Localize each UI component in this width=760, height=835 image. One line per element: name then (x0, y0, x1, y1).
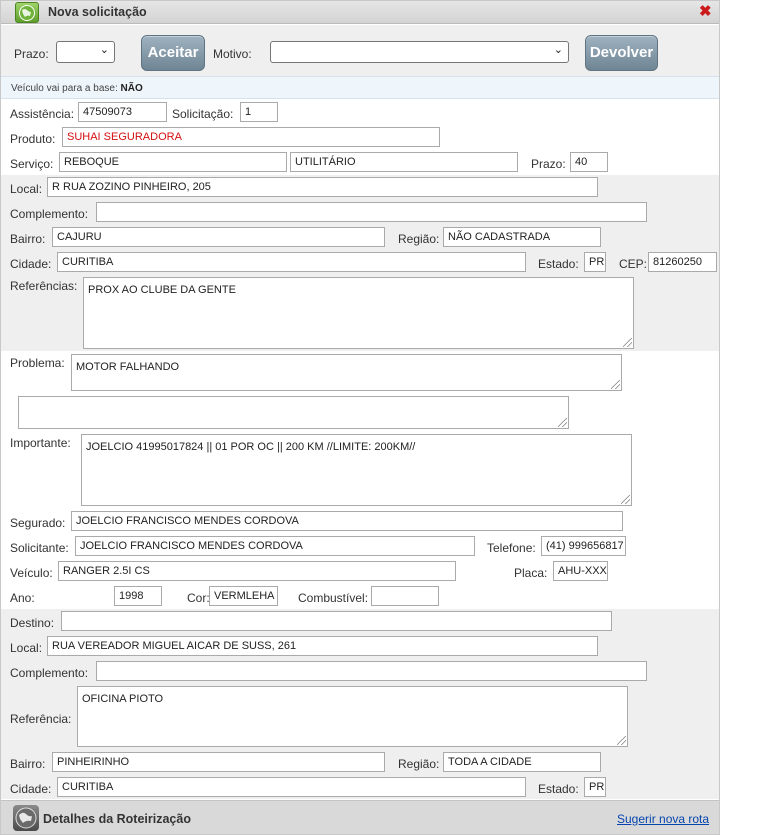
resize-grip-icon[interactable] (617, 736, 626, 745)
prazo-label: Prazo: (14, 47, 49, 61)
destino-label: Destino: (10, 616, 55, 630)
cor-field[interactable]: VERMLEHA (209, 586, 278, 606)
regiao-field[interactable]: NÃO CADASTRADA (443, 227, 601, 247)
veiculo-field[interactable]: RANGER 2.5I CS (58, 561, 456, 581)
problema-extra-textarea[interactable] (18, 396, 569, 429)
bairro-field[interactable]: CAJURU (52, 227, 385, 247)
solicitante-label: Solicitante: (10, 541, 69, 555)
destino-cidade-label: Cidade: (10, 782, 52, 796)
estado-label: Estado: (538, 257, 579, 271)
solicitacao-field[interactable]: 1 (240, 102, 278, 122)
destino-complemento-field[interactable] (96, 661, 647, 681)
routing-title: Detalhes da Roteirização (43, 812, 191, 826)
bairro-label: Bairro: (10, 232, 46, 246)
produto-label: Produto: (10, 132, 56, 146)
combustivel-field[interactable] (371, 586, 439, 606)
base-notice-value: NÃO (120, 83, 143, 94)
destino-regiao-field[interactable]: TODA A CIDADE (443, 752, 601, 772)
base-notice: Veículo vai para a base: NÃO (1, 76, 719, 99)
solicitacao-label: Solicitação: (172, 107, 234, 121)
resize-grip-icon[interactable] (623, 338, 632, 347)
chevron-down-icon: ⌄ (99, 44, 109, 56)
importante-text: JOELCIO 41995017824 || 01 POR OC || 200 … (86, 441, 416, 453)
action-toolbar: Prazo: ⌄ Aceitar Motivo: ⌄ Devolver (1, 25, 719, 76)
importante-label: Importante: (10, 436, 71, 450)
complemento-field[interactable] (96, 202, 647, 222)
segurado-label: Segurado: (10, 516, 66, 530)
destino-bairro-label: Bairro: (10, 757, 46, 771)
cep-label: CEP: (619, 257, 648, 271)
complemento-label: Complemento: (10, 207, 89, 221)
regiao-label: Região: (398, 232, 440, 246)
assistencia-field[interactable]: 47509073 (78, 102, 167, 122)
telefone-label: Telefone: (487, 541, 536, 555)
destino-referencia-text: OFICINA PIOTO (82, 693, 164, 705)
solicitante-field[interactable]: JOELCIO FRANCISCO MENDES CORDOVA (75, 536, 475, 556)
destino-local-field[interactable]: RUA VEREADOR MIGUEL AICAR DE SUSS, 261 (47, 636, 598, 656)
local-field[interactable]: R RUA ZOZINO PINHEIRO, 205 (47, 177, 598, 197)
servico-field[interactable]: REBOQUE (59, 152, 287, 172)
cidade-field[interactable]: CURITIBA (57, 252, 526, 272)
destino-estado-field[interactable]: PR (584, 777, 606, 797)
title-bar: Nova solicitação ✖ (1, 1, 719, 24)
servico-prazo-label: Prazo: (531, 157, 566, 171)
devolver-button[interactable]: Devolver (585, 35, 658, 71)
globe-icon (13, 805, 39, 831)
close-icon[interactable]: ✖ (699, 2, 712, 20)
cep-field[interactable]: 81260250 (648, 252, 717, 272)
destino-local-label: Local: (10, 641, 43, 655)
referencias-text: PROX AO CLUBE DA GENTE (88, 284, 236, 296)
referencias-textarea[interactable]: PROX AO CLUBE DA GENTE (83, 277, 634, 349)
estado-field[interactable]: PR (584, 252, 606, 272)
dialog-window: Nova solicitação ✖ Prazo: ⌄ Aceitar Moti… (0, 0, 720, 835)
motivo-label: Motivo: (213, 47, 252, 61)
destino-referencia-label: Referência: (10, 712, 72, 726)
destino-field[interactable] (61, 611, 612, 631)
referencias-label: Referências: (10, 279, 78, 293)
servico-label: Serviço: (10, 157, 54, 171)
ano-label: Ano: (10, 591, 35, 605)
servico-tipo-field[interactable]: UTILITÁRIO (290, 152, 518, 172)
destino-cidade-field[interactable]: CURITIBA (57, 777, 526, 797)
servico-prazo-field[interactable]: 40 (570, 152, 608, 172)
suggest-route-link[interactable]: Sugerir nova rota (617, 812, 709, 826)
veiculo-label: Veículo: (10, 566, 53, 580)
problema-label: Problema: (10, 356, 65, 370)
assistencia-label: Assistência: (10, 107, 75, 121)
placa-field[interactable]: AHU-XXXX (553, 561, 608, 581)
window-title: Nova solicitação (48, 5, 147, 19)
placa-label: Placa: (514, 566, 548, 580)
resize-grip-icon[interactable] (558, 418, 567, 427)
segurado-field[interactable]: JOELCIO FRANCISCO MENDES CORDOVA (71, 511, 623, 531)
destino-referencia-textarea[interactable]: OFICINA PIOTO (77, 686, 628, 747)
resize-grip-icon[interactable] (621, 495, 630, 504)
problema-text: MOTOR FALHANDO (76, 361, 180, 373)
telefone-field[interactable]: (41) 999656817 (541, 536, 626, 556)
base-notice-text: Veículo vai para a base: (11, 83, 118, 94)
destino-complemento-label: Complemento: (10, 666, 89, 680)
destino-regiao-label: Região: (398, 757, 440, 771)
importante-textarea[interactable]: JOELCIO 41995017824 || 01 POR OC || 200 … (81, 434, 632, 506)
destino-estado-label: Estado: (538, 782, 579, 796)
combustivel-label: Combustível: (298, 591, 369, 605)
prazo-select[interactable]: ⌄ (56, 41, 115, 63)
local-label: Local: (10, 182, 43, 196)
motivo-select[interactable]: ⌄ (270, 41, 569, 63)
routing-footer: Detalhes da Roteirização Sugerir nova ro… (1, 800, 719, 834)
ano-field[interactable]: 1998 (114, 586, 162, 606)
resize-grip-icon[interactable] (611, 380, 620, 389)
destino-bairro-field[interactable]: PINHEIRINHO (52, 752, 385, 772)
chevron-down-icon: ⌄ (553, 44, 563, 56)
cidade-label: Cidade: (10, 257, 52, 271)
produto-field[interactable]: SUHAI SEGURADORA (62, 127, 440, 147)
globe-app-icon (15, 2, 39, 23)
aceitar-button[interactable]: Aceitar (141, 35, 205, 71)
cor-label: Cor: (187, 591, 210, 605)
problema-textarea[interactable]: MOTOR FALHANDO (71, 354, 622, 391)
